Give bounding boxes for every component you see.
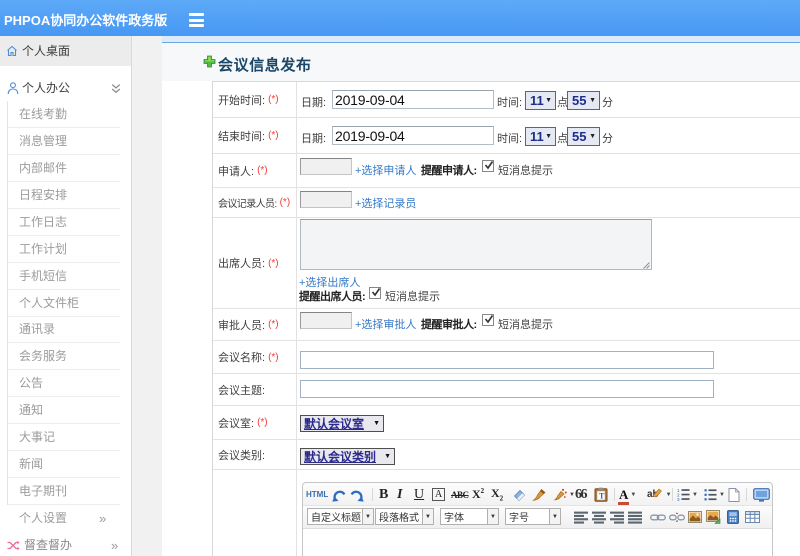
svg-text:T: T bbox=[599, 492, 605, 501]
svg-text:3: 3 bbox=[677, 497, 680, 501]
